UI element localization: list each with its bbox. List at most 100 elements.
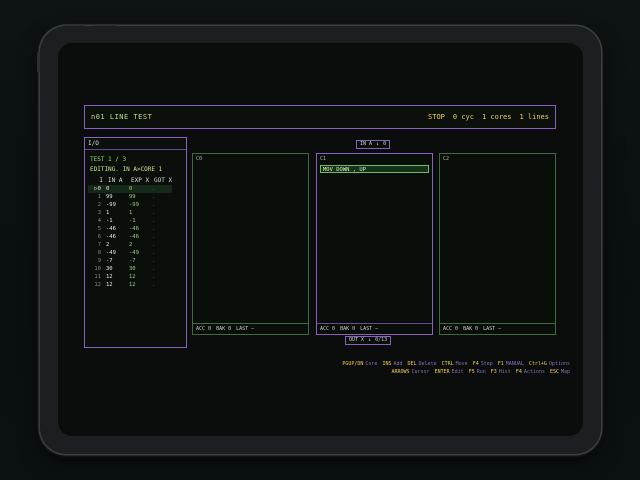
row-input-a: -1 [106, 218, 113, 224]
row-index: 8 [97, 250, 101, 256]
shortcut-key: F4 [472, 361, 479, 367]
io-table-row[interactable]: 6 -46 -46. [88, 233, 172, 241]
shortcut-hint: Ctrl+G Options [529, 361, 570, 367]
shortcut-hint: CTRL Move [442, 361, 468, 367]
shortcut-description: Hist [498, 369, 511, 375]
shortcut-hint: F3 Hist [491, 369, 511, 375]
row-expected-x: 12 [129, 282, 136, 288]
core-label: C0 [196, 156, 203, 162]
io-table-row[interactable]: 12 12 12. [88, 281, 172, 289]
io-table-row[interactable]: 311. [88, 209, 172, 217]
row-index: 4 [97, 218, 101, 224]
code-line-selected[interactable]: MOV DOWN , UP [320, 165, 429, 173]
row-index: 5 [97, 226, 101, 232]
shortcut-hint: ENTER Edit [435, 369, 464, 375]
shortcut-key: PGUP/DN [342, 361, 364, 367]
col-header-in: IN A [108, 177, 123, 184]
core-c0[interactable]: C0 ACC 0 BAK 0 LAST – [192, 153, 309, 335]
shortcut-description: Actions [523, 369, 545, 375]
puzzle-title: n01 LINE TEST [91, 113, 153, 121]
output-port-value: 0/13 [375, 337, 388, 343]
shortcut-hint: F4 Step [473, 361, 493, 367]
shortcut-description: Step [480, 361, 493, 367]
row-expected-x: -46 [129, 234, 139, 240]
editing-status: EDITING. IN A>CORE 1 [90, 166, 163, 173]
shortcut-description: Core [365, 361, 378, 367]
io-table-row[interactable]: 9 -7 -7. [88, 257, 172, 265]
row-index: 7 [97, 242, 101, 248]
row-got-x: . [152, 274, 156, 280]
shortcut-key: CTRL [441, 361, 454, 367]
row-got-x: . [152, 258, 156, 264]
row-expected-x: -99 [129, 202, 139, 208]
shortcut-description: MANUAL [505, 361, 524, 367]
shortcut-key: INS [382, 361, 392, 367]
shortcut-hint: PGUP/DN Core [342, 361, 377, 367]
shortcut-key: F4 [515, 369, 522, 375]
side-button [37, 52, 40, 72]
io-table-row[interactable]: 4 -1 -1. [88, 217, 172, 225]
shortcut-hint: ARROWS Cursor [391, 369, 429, 375]
io-panel: I/O TEST 1 / 3 EDITING. IN A>CORE 1 I IN… [84, 137, 187, 348]
status-info: STOP 0 cyc 1 cores 1 lines [428, 113, 549, 121]
core-c2[interactable]: C2 ACC 0 BAK 0 LAST – [439, 153, 556, 335]
row-input-a: 30 [106, 266, 113, 272]
down-arrow-icon: ↓ [376, 141, 380, 147]
input-port-label: IN A [360, 141, 373, 147]
bak-register: BAK 0 [216, 326, 232, 332]
io-table-row[interactable]: 2 -99 -99. [88, 201, 172, 209]
row-input-a: -99 [106, 202, 116, 208]
io-table-row[interactable]: 5 -46 -46. [88, 225, 172, 233]
acc-register: ACC 0 [320, 326, 336, 332]
test-counter: TEST 1 / 3 [90, 156, 127, 163]
col-header-exp: EXP X [131, 177, 150, 184]
core-c1[interactable]: C1 MOV DOWN , UP ACC 0 BAK 0 LAST – [316, 153, 433, 335]
row-expected-x: -7 [129, 258, 136, 264]
io-panel-title: I/O [85, 138, 186, 150]
row-input-a: -46 [106, 234, 116, 240]
io-table-row[interactable]: 722. [88, 241, 172, 249]
col-header-got: GOT X [154, 177, 173, 184]
row-expected-x: -49 [129, 250, 139, 256]
shortcut-description: Cursor [411, 369, 430, 375]
shortcut-key: F5 [468, 369, 475, 375]
row-expected-x: 12 [129, 274, 136, 280]
row-input-a: 2 [106, 242, 110, 248]
row-index: 6 [97, 234, 101, 240]
io-table-row[interactable]: 11 12 12. [88, 273, 172, 281]
last-register: LAST – [483, 326, 502, 332]
row-expected-x: 0 [129, 186, 133, 192]
help-line-1: PGUP/DN Core INS Add DEL Delete CTRL Move F4 Step… [342, 361, 570, 367]
row-expected-x: 99 [129, 194, 136, 200]
row-index: 10 [94, 266, 101, 272]
status-bar: n01 LINE TEST STOP 0 cyc 1 cores 1 lines [84, 105, 556, 129]
io-table-row[interactable]: 10 30 30. [88, 265, 172, 273]
row-input-a: -46 [106, 226, 116, 232]
down-arrow-icon: ↓ [368, 337, 372, 343]
cycle-count: 0 cyc [452, 113, 474, 121]
last-register: LAST – [360, 326, 379, 332]
row-got-x: . [152, 194, 156, 200]
io-table-row[interactable]: ▷0 0 0. [88, 185, 172, 193]
acc-register: ACC 0 [196, 326, 212, 332]
core-registers: ACC 0 BAK 0 LAST – [193, 323, 308, 334]
input-port-value: 0 [383, 141, 387, 147]
shortcut-description: Move [455, 361, 468, 367]
row-expected-x: -1 [129, 218, 136, 224]
row-index: 12 [94, 282, 101, 288]
row-expected-x: -46 [129, 226, 139, 232]
row-index: 1 [97, 194, 101, 200]
row-got-x: . [152, 186, 156, 192]
row-got-x: . [152, 266, 156, 272]
row-index: 9 [97, 258, 101, 264]
io-table-row[interactable]: 8 -49 -49. [88, 249, 172, 257]
row-input-a: 1 [106, 210, 110, 216]
shortcut-hint: INS Add [382, 361, 402, 367]
row-index: 11 [94, 274, 101, 280]
bak-register: BAK 0 [340, 326, 356, 332]
io-table-row[interactable]: 1 99 99. [88, 193, 172, 201]
shortcut-description: Run [476, 369, 486, 375]
row-index: ▷0 [94, 186, 101, 192]
shortcut-description: Options [548, 361, 570, 367]
shortcut-hint: F4 Actions [516, 369, 545, 375]
